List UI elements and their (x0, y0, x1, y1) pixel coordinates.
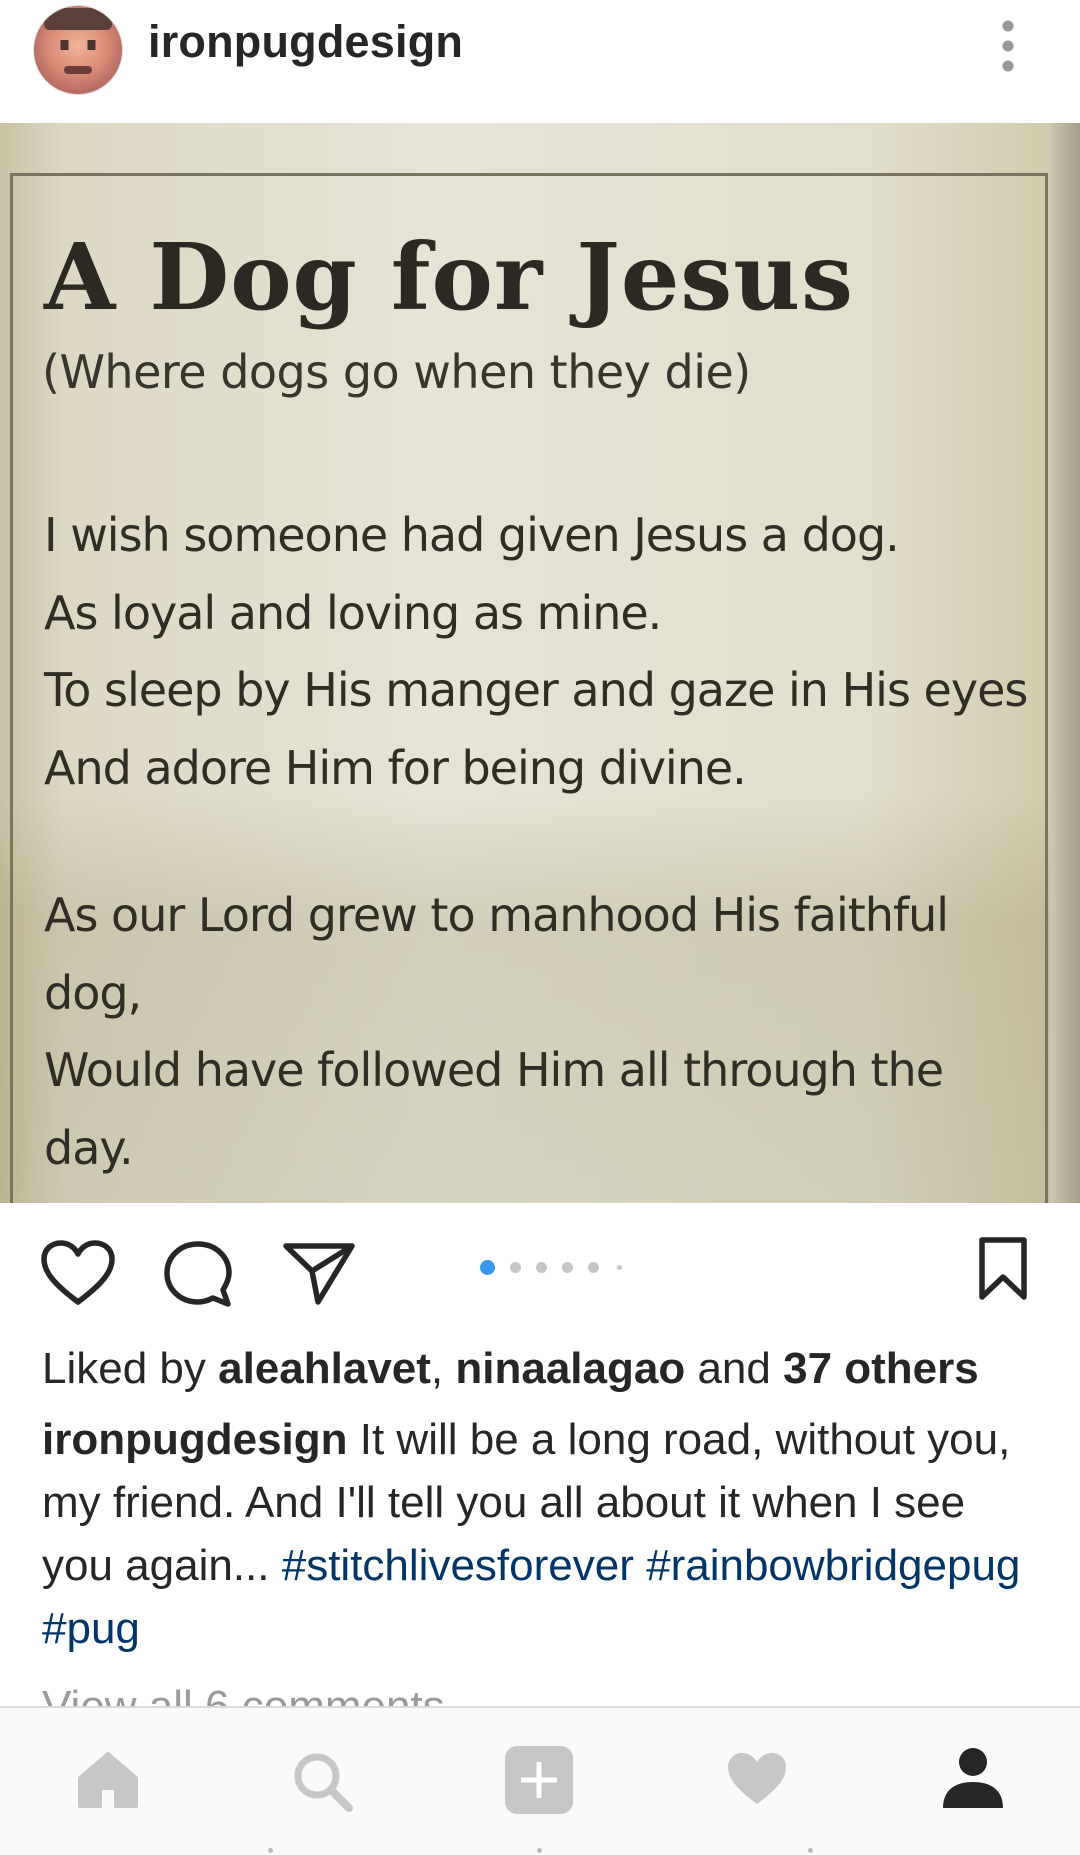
nav-indicator-dot (537, 1848, 542, 1853)
poem-line: To sleep by His manger and gaze in His e… (44, 663, 1028, 717)
poem-line: And adore Him for being divine. (44, 741, 747, 795)
avatar-eyes (56, 40, 100, 50)
post-header: ironpugdesign (0, 0, 1080, 123)
nav-indicator-dot (808, 1848, 813, 1853)
heart-outline-icon[interactable] (40, 1239, 116, 1307)
post-username[interactable]: ironpugdesign (148, 16, 463, 68)
send-paper-plane-icon[interactable] (282, 1241, 356, 1307)
photo-edge (1050, 123, 1080, 1203)
nav-indicator-dot (268, 1848, 273, 1853)
carousel-dot (562, 1262, 573, 1273)
poem-line: day. (44, 1121, 134, 1175)
bookmark-icon[interactable] (977, 1235, 1029, 1303)
search-icon[interactable] (291, 1750, 355, 1814)
poem-line: As our Lord grew to manhood His faithful (44, 888, 949, 942)
poem-subtitle: (Where dogs go when they die) (42, 345, 751, 399)
poem-line: Would have followed Him all through the (44, 1043, 944, 1097)
add-post-icon[interactable] (503, 1744, 575, 1816)
hashtag-link[interactable]: #stitchlivesforever (282, 1541, 634, 1590)
view-all-comments-link[interactable]: View all 6 comments (42, 1682, 445, 1706)
avatar[interactable] (33, 5, 123, 95)
likes-line: Liked by aleahlavet, ninaalagao and 37 o… (42, 1344, 979, 1394)
poem-line: As loyal and loving as mine. (44, 586, 662, 640)
comment-bubble-icon[interactable] (162, 1239, 234, 1309)
post-caption: ironpugdesign It will be a long road, wi… (42, 1408, 1042, 1660)
action-bar (0, 1203, 1080, 1343)
hashtag-link[interactable]: #pug (42, 1604, 140, 1653)
liker-link[interactable]: ninaalagao (455, 1344, 685, 1393)
carousel-dot (510, 1262, 521, 1273)
poem-line: I wish someone had given Jesus a dog. (44, 508, 900, 562)
likes-separator: , (430, 1344, 456, 1393)
avatar-mouth (64, 66, 92, 74)
liker-link[interactable]: aleahlavet (218, 1344, 431, 1393)
carousel-dot (617, 1265, 622, 1270)
profile-icon[interactable] (941, 1746, 1005, 1812)
likes-prefix: Liked by (42, 1344, 219, 1393)
bottom-nav (0, 1706, 1080, 1855)
carousel-dot-active (480, 1260, 495, 1275)
avatar-hair (44, 8, 112, 30)
carousel-dot (536, 1262, 547, 1273)
poem-line: dog, (44, 966, 142, 1020)
likes-others-link[interactable]: 37 others (783, 1344, 979, 1393)
caption-username[interactable]: ironpugdesign (42, 1415, 348, 1464)
hashtag-link[interactable]: #rainbowbridgepug (646, 1541, 1020, 1590)
post-photo[interactable]: A Dog for Jesus (Where dogs go when they… (0, 123, 1080, 1203)
poem-title: A Dog for Jesus (44, 223, 854, 331)
carousel-dot (588, 1262, 599, 1273)
home-icon[interactable] (76, 1750, 140, 1810)
likes-and: and (685, 1344, 784, 1393)
more-vertical-icon[interactable] (995, 18, 1021, 74)
activity-heart-icon[interactable] (725, 1750, 789, 1808)
